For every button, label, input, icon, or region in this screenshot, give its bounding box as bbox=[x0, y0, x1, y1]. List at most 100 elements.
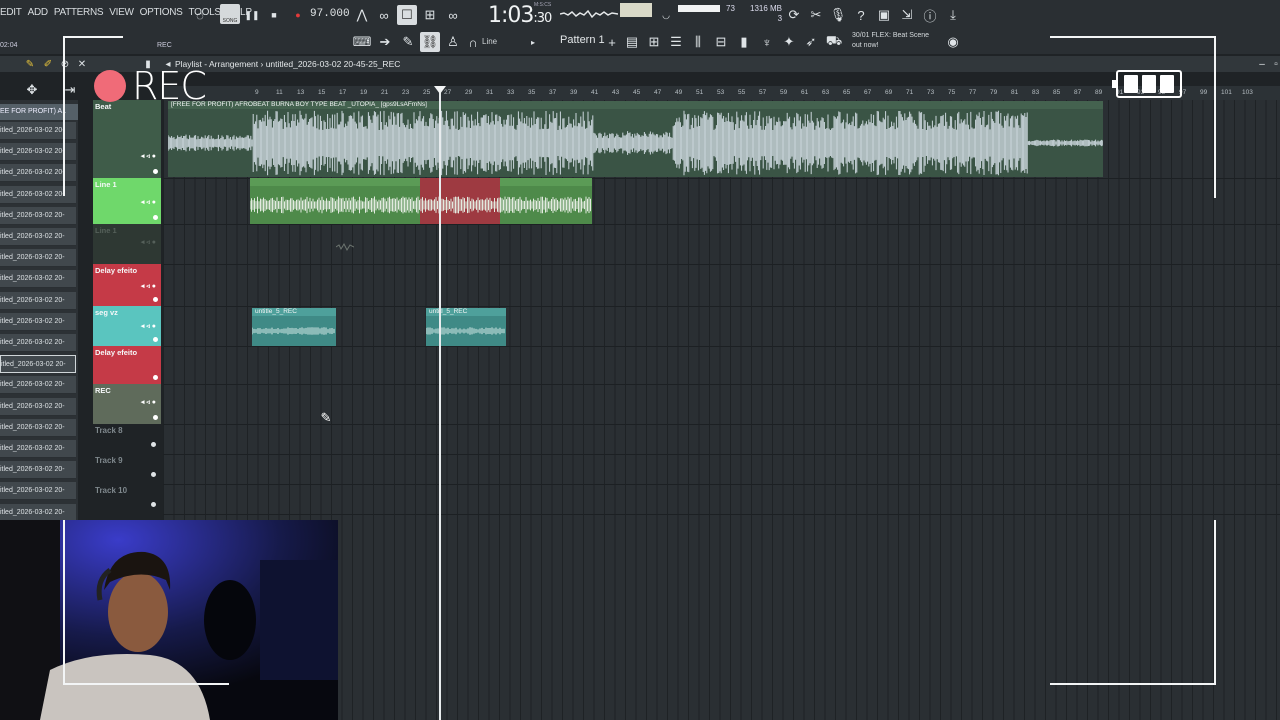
save-icon[interactable]: ▣ bbox=[874, 5, 894, 25]
muted-clip-marker[interactable] bbox=[336, 240, 354, 254]
track-controls-icon[interactable]: ◂ ◃ ● bbox=[141, 322, 156, 330]
audio-clip-beat[interactable]: [FREE FOR PROFIT) AFROBEAT BURNA BOY TYP… bbox=[168, 101, 1103, 177]
tools-icon[interactable]: ✂ bbox=[806, 5, 826, 25]
tempo-display[interactable]: 97.000 bbox=[310, 8, 350, 20]
pencil-tool-icon[interactable]: ✎ bbox=[20, 54, 40, 74]
countdown-icon[interactable]: ☐ bbox=[397, 5, 417, 25]
cart-icon[interactable]: ⛟ bbox=[824, 32, 844, 52]
browser-item[interactable]: itled_2026-03-02 20- bbox=[0, 440, 76, 458]
snap-selector[interactable]: Line bbox=[482, 37, 497, 46]
browser-icon[interactable]: ⊟ bbox=[711, 32, 731, 52]
pattern-selector[interactable]: Pattern 1 bbox=[560, 34, 605, 46]
track-header-rec[interactable]: REC ◂ ◃ ● bbox=[93, 384, 161, 424]
track-led[interactable] bbox=[151, 472, 156, 477]
undo-history-icon[interactable]: ⟳ bbox=[784, 5, 804, 25]
track-name: Delay efeito bbox=[95, 348, 138, 357]
export-icon[interactable]: ⇲ bbox=[897, 5, 917, 25]
metronome-icon[interactable]: ◌ bbox=[190, 5, 210, 25]
audio-clip-line1[interactable] bbox=[250, 178, 592, 224]
track-header-delay2[interactable]: Delay efeito bbox=[93, 346, 161, 384]
browser-nav-icon[interactable]: ✥ bbox=[22, 80, 42, 100]
browser-item[interactable]: itled_2026-03-02 20- bbox=[0, 461, 76, 480]
track-led[interactable] bbox=[151, 502, 156, 507]
browser-item[interactable]: itled_2026-03-02 20- bbox=[0, 228, 76, 246]
blend-icon[interactable]: ∞ bbox=[443, 5, 463, 25]
news-icon[interactable]: ◉ bbox=[943, 32, 963, 52]
stamp-icon[interactable]: ♙ bbox=[443, 32, 463, 52]
browser-item[interactable]: itled_2026-03-02 20- bbox=[0, 482, 76, 501]
playhead[interactable] bbox=[439, 86, 441, 720]
browser-item[interactable]: itled_2026-03-02 20- bbox=[0, 355, 76, 374]
menu-view[interactable]: VIEW bbox=[109, 7, 134, 18]
browser-item[interactable]: itled_2026-03-02 20- bbox=[0, 206, 76, 225]
browser-item[interactable]: itled_2026-03-02 20- bbox=[0, 503, 76, 522]
playhead-marker-icon[interactable] bbox=[434, 86, 446, 94]
download-icon[interactable]: ⤓ bbox=[943, 5, 963, 25]
magnet-icon[interactable]: ∩ bbox=[463, 32, 483, 52]
track-header-seg-vz[interactable]: seg vz ◂ ◃ ● bbox=[93, 306, 161, 346]
audio-clip-seg1[interactable]: untitle_5_REC bbox=[252, 308, 336, 346]
channel-rack-icon[interactable]: ☰ bbox=[666, 32, 686, 52]
audio-clip-seg2[interactable]: untitl_5_REC bbox=[426, 308, 506, 346]
piano-roll-icon[interactable]: ⊞ bbox=[644, 32, 664, 52]
arrow-icon[interactable]: ➔ bbox=[375, 32, 395, 52]
menu-add[interactable]: ADD bbox=[28, 7, 49, 18]
pause-icon[interactable]: ❚❚ bbox=[242, 5, 262, 25]
stop-icon[interactable]: ■ bbox=[264, 5, 284, 25]
track-controls-icon[interactable]: ◂ ◃ ● bbox=[141, 152, 156, 160]
track-led[interactable] bbox=[153, 169, 158, 174]
rec-mini-label: REC bbox=[157, 42, 172, 49]
master-volume-slider[interactable] bbox=[678, 5, 720, 12]
track-controls-icon[interactable]: ◂ ◃ ● bbox=[141, 238, 156, 246]
track-led[interactable] bbox=[151, 442, 156, 447]
clip-waveform bbox=[168, 110, 1103, 176]
browser-item[interactable]: itled_2026-03-02 20- bbox=[0, 397, 76, 416]
track-header-line1-muted[interactable]: Line 1 ◂ ◃ ● bbox=[93, 224, 161, 264]
menu-options[interactable]: OPTIONS bbox=[140, 7, 183, 18]
track-controls-icon[interactable]: ◂ ◃ ● bbox=[141, 282, 156, 290]
browser-item[interactable]: itled_2026-03-02 20- bbox=[0, 376, 76, 395]
browser-item[interactable]: itled_2026-03-02 20- bbox=[0, 291, 76, 310]
pitch-knob-icon[interactable]: ◡ bbox=[656, 5, 676, 25]
browser-item[interactable]: itled_2026-03-02 20- bbox=[0, 334, 76, 352]
pencil-icon[interactable]: ✎ bbox=[398, 32, 418, 52]
step-edit-icon[interactable]: ⊞ bbox=[420, 5, 440, 25]
browser-item[interactable]: itled_2026-03-02 20- bbox=[0, 418, 76, 437]
track-controls-icon[interactable]: ◂ ◃ ● bbox=[141, 198, 156, 206]
add-pattern-icon[interactable]: + bbox=[602, 32, 622, 52]
link-icon[interactable]: ⛓ bbox=[420, 32, 440, 52]
play-pattern-icon[interactable]: ▸ bbox=[523, 32, 543, 52]
track-led[interactable] bbox=[153, 215, 158, 220]
track-led[interactable] bbox=[153, 375, 158, 380]
track-led[interactable] bbox=[153, 297, 158, 302]
menu-edit[interactable]: EDIT bbox=[0, 7, 22, 18]
mic-icon[interactable]: 🎙 bbox=[828, 5, 848, 25]
track-led[interactable] bbox=[153, 337, 158, 342]
browser-item[interactable]: itled_2026-03-02 20- bbox=[0, 312, 76, 331]
track-controls-icon[interactable]: ◂ ◃ ● bbox=[141, 398, 156, 406]
record-icon[interactable]: ● bbox=[288, 5, 308, 25]
track-led[interactable] bbox=[153, 415, 158, 420]
track-header-8[interactable]: Track 8 bbox=[93, 426, 161, 454]
piano-icon[interactable]: ⌨ bbox=[352, 32, 372, 52]
plugin-picker-icon[interactable]: ✦ bbox=[779, 32, 799, 52]
maximize-icon[interactable]: ▫ bbox=[1266, 54, 1280, 74]
menu-patterns[interactable]: PATTERNS bbox=[54, 7, 104, 18]
song-mode-toggle[interactable]: SONG bbox=[220, 4, 240, 24]
ruler-tick: 15 bbox=[318, 89, 326, 96]
waveform-icon[interactable]: ⋀ bbox=[352, 5, 372, 25]
news-hint[interactable]: 30/01 FLEX: Beat Scene out now! bbox=[852, 31, 929, 51]
plugin-icon[interactable]: ♆ bbox=[757, 32, 777, 52]
loop-icon[interactable]: ∞ bbox=[374, 5, 394, 25]
touch-controller-icon[interactable]: ➶ bbox=[801, 32, 821, 52]
browser-item[interactable]: itled_2026-03-02 20- bbox=[0, 270, 76, 289]
track-header-10[interactable]: Track 10 bbox=[93, 486, 161, 514]
browser-item[interactable]: itled_2026-03-02 20- bbox=[0, 249, 76, 268]
track-header-delay1[interactable]: Delay efeito ◂ ◃ ● bbox=[93, 264, 161, 306]
mixer-icon[interactable]: ⫼ bbox=[688, 32, 708, 52]
file-icon[interactable]: ▮ bbox=[734, 32, 754, 52]
playlist-icon[interactable]: ▤ bbox=[622, 32, 642, 52]
track-header-9[interactable]: Track 9 bbox=[93, 456, 161, 484]
info-icon[interactable]: ⓘ bbox=[920, 5, 940, 25]
help-icon[interactable]: ? bbox=[851, 5, 871, 25]
